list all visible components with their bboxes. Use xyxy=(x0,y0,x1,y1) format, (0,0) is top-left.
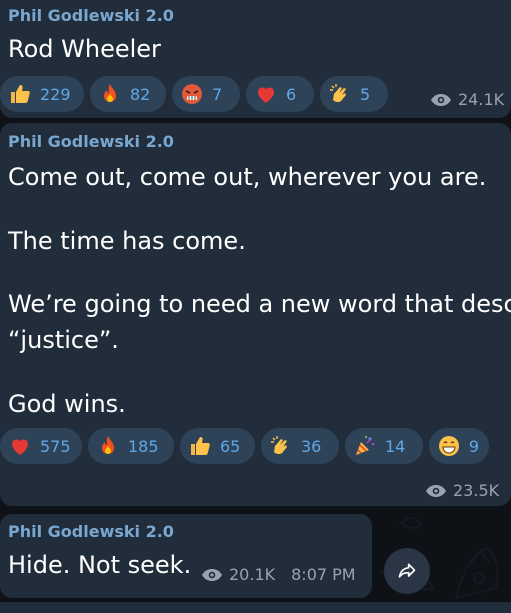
angry-face-icon xyxy=(178,80,206,108)
message-text: Rod Wheeler xyxy=(8,35,161,63)
fire-icon xyxy=(96,80,124,108)
message-views: 23.5K xyxy=(425,481,499,500)
eye-icon xyxy=(426,484,446,497)
view-count: 20.1K xyxy=(229,565,276,584)
reaction-count: 9 xyxy=(468,436,479,456)
reaction-count: 36 xyxy=(301,436,322,456)
share-button[interactable] xyxy=(384,548,430,594)
reaction-count: 185 xyxy=(128,436,159,456)
message-sender[interactable]: Phil Godlewski 2.0 xyxy=(8,522,174,541)
eye-icon xyxy=(202,568,222,581)
clapping-hands-icon xyxy=(326,80,354,108)
message-text-line: We’re going to need a new word that desc xyxy=(8,290,511,318)
red-heart-icon xyxy=(252,80,280,108)
reaction-count: 575 xyxy=(40,436,71,456)
reaction-thumbs-up[interactable]: 65 xyxy=(180,428,255,464)
reaction-angry[interactable]: 7 xyxy=(172,76,240,112)
party-popper-icon xyxy=(351,432,379,460)
reaction-count: 65 xyxy=(220,436,241,456)
reaction-thumbs-up[interactable]: 229 xyxy=(0,76,84,112)
reaction-count: 229 xyxy=(40,84,71,104)
reaction-grin[interactable]: 9 xyxy=(429,428,489,464)
message-views: 24.1K xyxy=(430,90,504,109)
reaction-fire[interactable]: 185 xyxy=(88,428,174,464)
reactions-bar: 575 185 65 36 14 9 xyxy=(0,428,489,464)
message-text-line: “justice”. xyxy=(8,326,119,354)
reaction-clap[interactable]: 5 xyxy=(320,76,388,112)
clapping-hands-icon xyxy=(267,432,295,460)
reaction-heart[interactable]: 6 xyxy=(246,76,314,112)
background-doodle-icon xyxy=(380,517,499,600)
message-text: Hide. Not seek. xyxy=(8,551,192,579)
grinning-face-icon xyxy=(435,432,463,460)
message-sender[interactable]: Phil Godlewski 2.0 xyxy=(8,6,174,25)
reaction-count: 14 xyxy=(385,436,406,456)
eye-icon xyxy=(431,93,451,106)
view-count: 24.1K xyxy=(458,90,505,109)
message-bubble-1[interactable]: Phil Godlewski 2.0 Rod Wheeler 229 82 7 xyxy=(0,0,511,118)
message-text-line: God wins. xyxy=(8,390,126,418)
message-bubble-2[interactable]: Phil Godlewski 2.0 Come out, come out, w… xyxy=(0,123,511,506)
message-sender[interactable]: Phil Godlewski 2.0 xyxy=(8,132,174,151)
reaction-count: 7 xyxy=(212,84,223,104)
reactions-bar: 229 82 7 6 5 xyxy=(0,76,388,112)
reaction-clap[interactable]: 36 xyxy=(261,428,339,464)
message-text-line: The time has come. xyxy=(8,227,246,255)
red-heart-icon xyxy=(6,432,34,460)
next-message-edge xyxy=(0,602,511,613)
message-text-line: Come out, come out, wherever you are. xyxy=(8,163,487,191)
reaction-count: 6 xyxy=(286,84,297,104)
reaction-heart[interactable]: 575 xyxy=(0,428,82,464)
fire-icon xyxy=(94,432,122,460)
thumbs-up-icon xyxy=(186,432,214,460)
view-count: 23.5K xyxy=(453,481,500,500)
chat-window: Phil Godlewski 2.0 Rod Wheeler 229 82 7 xyxy=(0,0,511,613)
share-icon xyxy=(398,563,416,578)
reaction-count: 82 xyxy=(130,84,151,104)
message-bubble-3[interactable]: Phil Godlewski 2.0 Hide. Not seek. 20.1K… xyxy=(0,514,372,598)
reaction-party[interactable]: 14 xyxy=(345,428,423,464)
message-views: 20.1K 8:07 PM xyxy=(201,565,356,584)
message-time: 8:07 PM xyxy=(291,565,356,584)
thumbs-up-icon xyxy=(6,80,34,108)
reaction-count: 5 xyxy=(360,84,371,104)
reaction-fire[interactable]: 82 xyxy=(90,76,166,112)
